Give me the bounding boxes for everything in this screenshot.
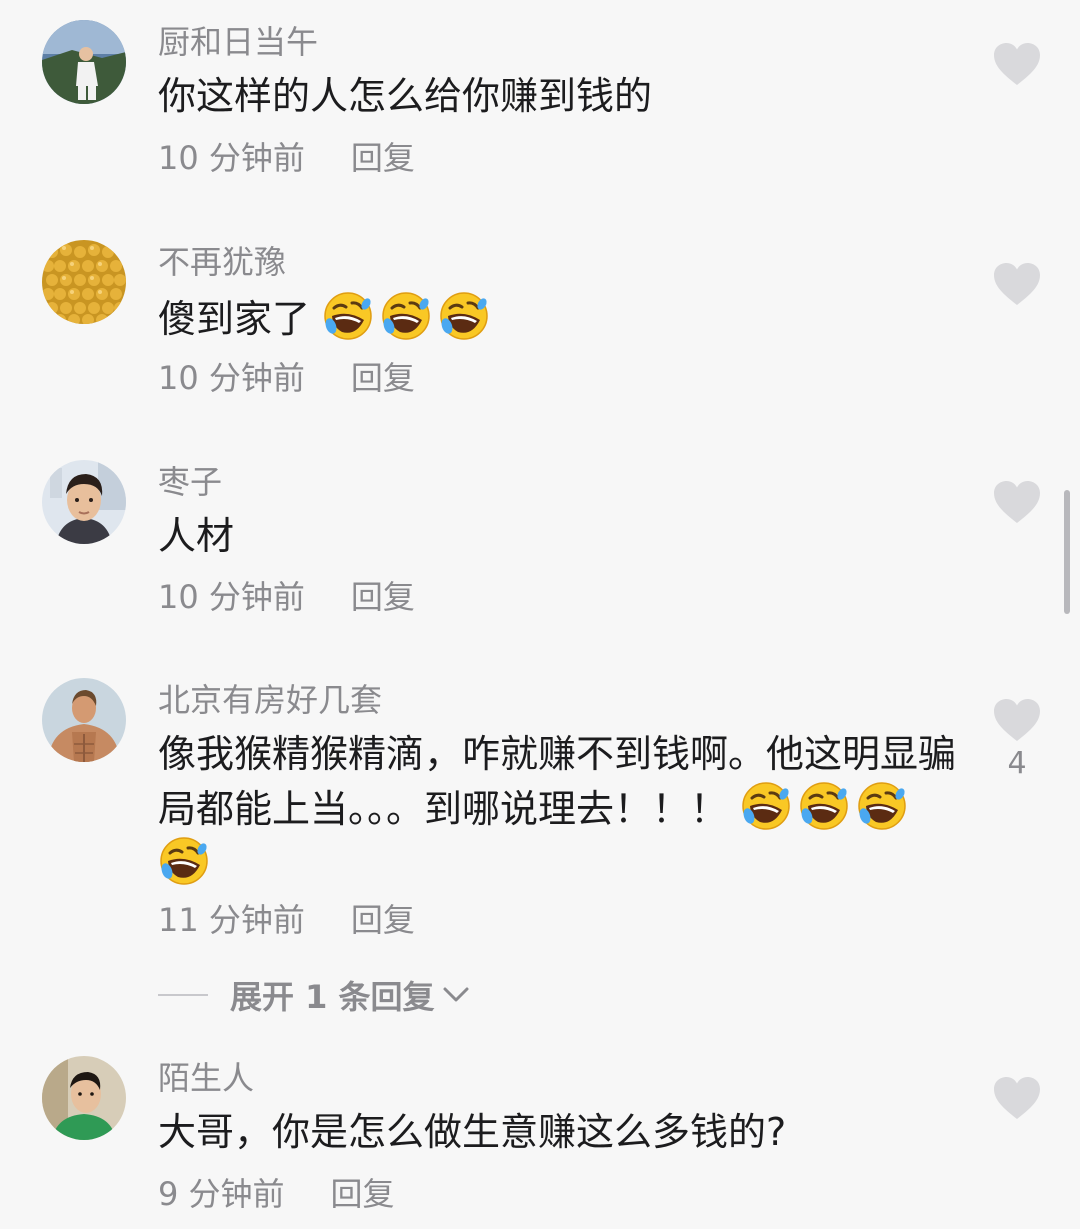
avatar-muscle-man-photo <box>42 678 126 762</box>
comment-meta: 11 分钟前 回复 <box>158 900 415 940</box>
avatar-man-selfie-photo <box>42 460 126 544</box>
reply-button[interactable]: 回复 <box>351 139 415 177</box>
avatar-golden-beads-photo <box>42 240 126 324</box>
rofl-emoji-icon <box>798 780 850 832</box>
rofl-emoji-icon <box>438 290 490 342</box>
divider-line <box>158 994 208 996</box>
heart-icon <box>993 262 1041 306</box>
reply-button[interactable]: 回复 <box>351 359 415 397</box>
user-avatar[interactable] <box>42 678 126 762</box>
comment-meta: 10 分钟前 回复 <box>158 138 415 178</box>
comment-text-body: 人材 <box>158 514 235 558</box>
comment-text-body: 大哥，你是怎么做生意赚这么多钱的? <box>158 1110 787 1154</box>
avatar-man-green-shirt-photo <box>42 1056 126 1140</box>
expand-replies-label: 展开 1 条回复 <box>230 978 435 1016</box>
rofl-emoji-icon <box>158 835 210 887</box>
comment-time: 10 分钟前 <box>158 359 305 397</box>
like-button[interactable]: 4 <box>990 698 1044 782</box>
comment-text: 你这样的人怎么给你赚到钱的 <box>158 70 958 122</box>
like-button[interactable] <box>990 42 1044 86</box>
rofl-emoji-icon <box>740 780 792 832</box>
rofl-emoji-icon <box>380 290 432 342</box>
username[interactable]: 不再犹豫 <box>158 242 286 282</box>
like-count: 4 <box>1007 746 1027 781</box>
username[interactable]: 枣子 <box>158 462 222 502</box>
heart-icon <box>993 480 1041 524</box>
comment-meta: 10 分钟前 回复 <box>158 358 415 398</box>
rofl-emoji-icon <box>856 780 908 832</box>
comment-time: 10 分钟前 <box>158 139 305 177</box>
comment-text-body: 傻到家了 <box>158 297 311 341</box>
comment-meta: 9 分钟前 回复 <box>158 1174 395 1214</box>
comment-time: 11 分钟前 <box>158 901 305 939</box>
username[interactable]: 厨和日当午 <box>158 22 318 62</box>
user-avatar[interactable] <box>42 240 126 324</box>
username[interactable]: 陌生人 <box>158 1058 254 1098</box>
reply-button[interactable]: 回复 <box>351 578 415 616</box>
expand-replies-button[interactable]: 展开 1 条回复 <box>158 975 471 1016</box>
heart-icon <box>993 698 1041 742</box>
avatar-suit-man-photo <box>42 20 126 104</box>
reply-button[interactable]: 回复 <box>351 901 415 939</box>
comment-text: 大哥，你是怎么做生意赚这么多钱的? <box>158 1106 958 1158</box>
comment-text: 像我猴精猴精滴，咋就赚不到钱啊。他这明显骗局都能上当。。。到哪说理去！！！ <box>158 728 958 890</box>
comment-time: 9 分钟前 <box>158 1175 285 1213</box>
like-button[interactable] <box>990 480 1044 524</box>
comment-meta: 10 分钟前 回复 <box>158 577 415 617</box>
reply-button[interactable]: 回复 <box>331 1175 395 1213</box>
comment-text: 人材 <box>158 510 958 562</box>
scrollbar[interactable] <box>1064 490 1070 614</box>
username[interactable]: 北京有房好几套 <box>158 680 382 720</box>
heart-icon <box>993 1076 1041 1120</box>
heart-icon <box>993 42 1041 86</box>
rofl-emoji-icon <box>322 290 374 342</box>
user-avatar[interactable] <box>42 20 126 104</box>
chevron-down-icon <box>443 987 469 1002</box>
comment-time: 10 分钟前 <box>158 578 305 616</box>
comment-text-body: 你这样的人怎么给你赚到钱的 <box>158 74 653 118</box>
user-avatar[interactable] <box>42 1056 126 1140</box>
like-button[interactable] <box>990 262 1044 306</box>
like-button[interactable] <box>990 1076 1044 1120</box>
user-avatar[interactable] <box>42 460 126 544</box>
comment-text: 傻到家了 <box>158 290 958 345</box>
